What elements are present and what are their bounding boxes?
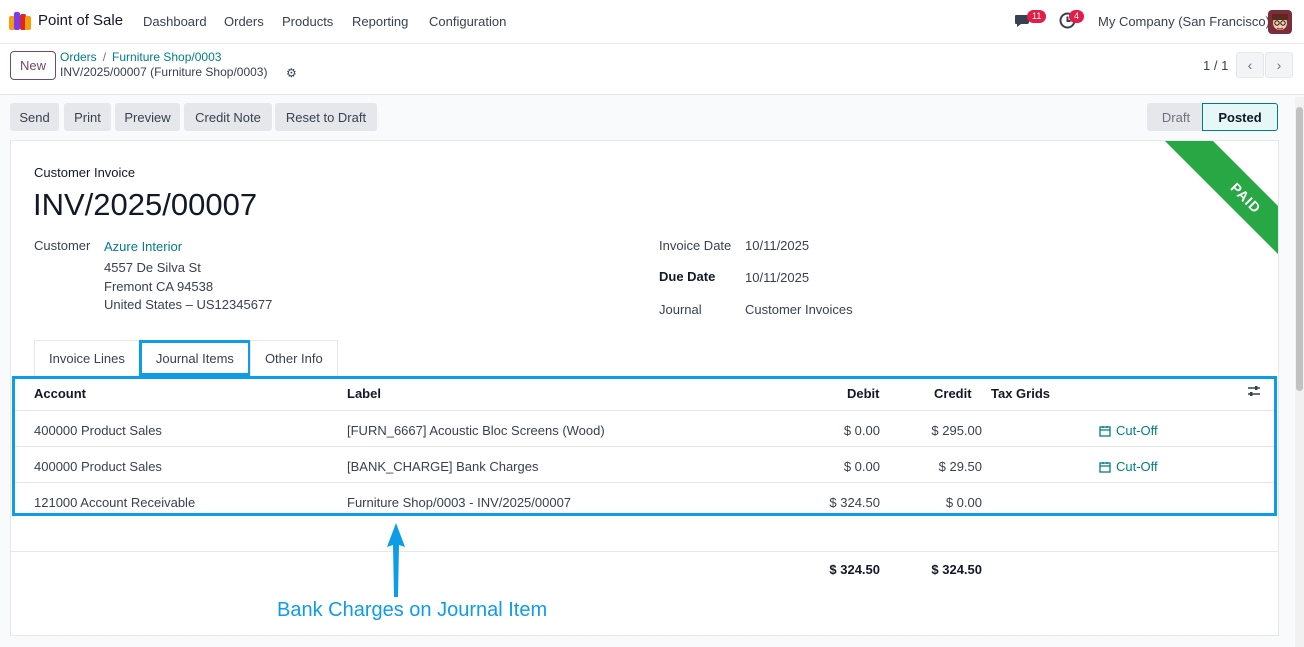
- activities-badge: 4: [1069, 10, 1085, 23]
- journal-value[interactable]: Customer Invoices: [745, 302, 853, 317]
- pager-value[interactable]: 1 / 1: [1203, 58, 1228, 73]
- table-row-debit[interactable]: $ 324.50: [780, 495, 880, 510]
- journal-label: Journal: [659, 302, 702, 317]
- customer-address-line: 4557 De Silva St: [104, 260, 201, 275]
- invoice-number: INV/2025/00007: [33, 187, 258, 222]
- annotation-arrow-icon: [387, 523, 405, 597]
- breadcrumb-separator: /: [102, 50, 107, 64]
- control-panel: New Orders / Furniture Shop/0003 INV/2025/…: [0, 44, 1304, 95]
- messages-badge: 11: [1027, 10, 1047, 23]
- tab-invoice-lines[interactable]: Invoice Lines: [34, 340, 140, 376]
- chevron-left-icon: ‹: [1247, 57, 1253, 73]
- status-posted[interactable]: Posted: [1202, 103, 1278, 131]
- due-date-label: Due Date: [659, 269, 716, 284]
- credit-note-button[interactable]: Credit Note: [184, 103, 272, 131]
- preview-button[interactable]: Preview: [115, 103, 180, 131]
- table-row-account[interactable]: 121000 Account Receivable: [34, 495, 195, 510]
- menu-dashboard[interactable]: Dashboard: [143, 14, 207, 29]
- pager-previous-button[interactable]: ‹: [1236, 52, 1264, 78]
- optional-columns-icon[interactable]: [1247, 384, 1261, 401]
- menu-products[interactable]: Products: [282, 14, 333, 29]
- table-row-credit[interactable]: $ 0.00: [882, 495, 982, 510]
- journal-items-table: Account Label Debit Credit Tax Grids 400…: [12, 376, 1277, 516]
- notebook-tabs: Invoice Lines Journal Items Other Info: [34, 340, 338, 376]
- table-row-debit[interactable]: $ 0.00: [780, 459, 880, 474]
- tab-other-info[interactable]: Other Info: [249, 340, 338, 376]
- cut-off-button[interactable]: Cut-Off: [1099, 459, 1158, 474]
- breadcrumb-orders[interactable]: Orders: [60, 50, 97, 64]
- table-row-label[interactable]: [BANK_CHARGE] Bank Charges: [347, 459, 538, 474]
- invoice-type-label: Customer Invoice: [34, 165, 136, 180]
- new-button[interactable]: New: [10, 51, 56, 80]
- user-avatar[interactable]: [1268, 10, 1292, 34]
- column-header-debit[interactable]: Debit: [847, 386, 880, 401]
- record-name: INV/2025/00007 (Furniture Shop/0003): [60, 65, 268, 79]
- form-sheet: PAID Customer Invoice INV/2025/00007 Cus…: [10, 140, 1279, 636]
- menu-orders[interactable]: Orders: [224, 14, 264, 29]
- gear-icon[interactable]: ⚙: [286, 66, 297, 80]
- print-button[interactable]: Print: [64, 103, 111, 131]
- chevron-right-icon: ›: [1276, 57, 1282, 73]
- calendar-icon: [1099, 425, 1111, 437]
- breadcrumb-furniture-shop[interactable]: Furniture Shop/0003: [112, 50, 221, 64]
- column-header-label[interactable]: Label: [347, 386, 381, 401]
- column-header-tax-grids[interactable]: Tax Grids: [991, 386, 1050, 401]
- table-row-account[interactable]: 400000 Product Sales: [34, 459, 162, 474]
- menu-reporting[interactable]: Reporting: [352, 14, 408, 29]
- annotation-text: Bank Charges on Journal Item: [277, 599, 548, 621]
- table-row-debit[interactable]: $ 0.00: [780, 423, 880, 438]
- customer-address-line: United States – US12345677: [104, 297, 273, 312]
- scrollbar-thumb[interactable]: [1296, 107, 1303, 391]
- table-row-account[interactable]: 400000 Product Sales: [34, 423, 162, 438]
- column-header-credit[interactable]: Credit: [934, 386, 972, 401]
- total-debit: $ 324.50: [829, 562, 880, 577]
- top-navbar: Point of Sale Dashboard Orders Products …: [0, 0, 1304, 44]
- app-name[interactable]: Point of Sale: [38, 12, 123, 29]
- table-row-credit[interactable]: $ 295.00: [882, 423, 982, 438]
- pager-next-button[interactable]: ›: [1265, 52, 1293, 78]
- table-row-label[interactable]: [FURN_6667] Acoustic Bloc Screens (Wood): [347, 423, 605, 438]
- column-header-account[interactable]: Account: [34, 386, 86, 401]
- customer-address-line: Fremont CA 94538: [104, 279, 214, 294]
- customer-label: Customer: [34, 238, 91, 253]
- cut-off-button[interactable]: Cut-Off: [1099, 423, 1158, 438]
- send-button[interactable]: Send: [10, 103, 59, 131]
- table-row-label[interactable]: Furniture Shop/0003 - INV/2025/00007: [347, 495, 571, 510]
- calendar-icon: [1099, 461, 1111, 473]
- invoice-date-value[interactable]: 10/11/2025: [745, 238, 809, 253]
- menu-configuration[interactable]: Configuration: [429, 14, 506, 29]
- status-draft[interactable]: Draft: [1147, 103, 1205, 131]
- due-date-value[interactable]: 10/11/2025: [745, 270, 809, 285]
- reset-to-draft-button[interactable]: Reset to Draft: [275, 103, 377, 131]
- company-switcher[interactable]: My Company (San Francisco): [1098, 14, 1270, 29]
- page-scrollbar[interactable]: [1295, 97, 1304, 647]
- invoice-date-label: Invoice Date: [659, 238, 732, 253]
- table-row-credit[interactable]: $ 29.50: [882, 459, 982, 474]
- pos-app-icon[interactable]: [9, 12, 31, 30]
- breadcrumb: Orders / Furniture Shop/0003: [60, 50, 221, 64]
- customer-link[interactable]: Azure Interior: [104, 239, 182, 254]
- total-credit: $ 324.50: [931, 562, 982, 577]
- paid-ribbon: PAID: [1131, 141, 1278, 281]
- tab-journal-items[interactable]: Journal Items: [138, 340, 251, 376]
